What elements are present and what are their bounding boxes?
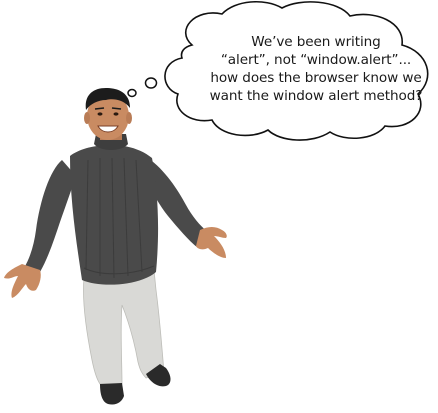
thought-line-4: want the window alert method? [209, 88, 423, 104]
right-hand [196, 227, 227, 258]
pants [83, 269, 165, 385]
left-eye [97, 112, 103, 116]
shrugging-man-icon [4, 88, 227, 405]
left-ear [84, 112, 90, 124]
thought-line-2: “alert”, not “window.alert”... [220, 52, 412, 68]
thought-line-3: how does the browser know we [210, 70, 422, 86]
right-eyebrow [111, 107, 122, 110]
left-shoe [100, 383, 124, 405]
right-eye [113, 112, 119, 116]
thought-line-1: We’ve been writing [251, 34, 381, 50]
thought-dot-large [144, 77, 158, 89]
right-ear [126, 112, 132, 124]
left-hand [4, 264, 41, 298]
thought-bubble-text: We’ve been writing “alert”, not “window.… [196, 33, 436, 105]
left-eyebrow [94, 107, 105, 110]
illustration-scene: We’ve been writing “alert”, not “window.… [0, 0, 438, 409]
thought-dot-small [127, 88, 137, 98]
left-arm [24, 160, 76, 272]
